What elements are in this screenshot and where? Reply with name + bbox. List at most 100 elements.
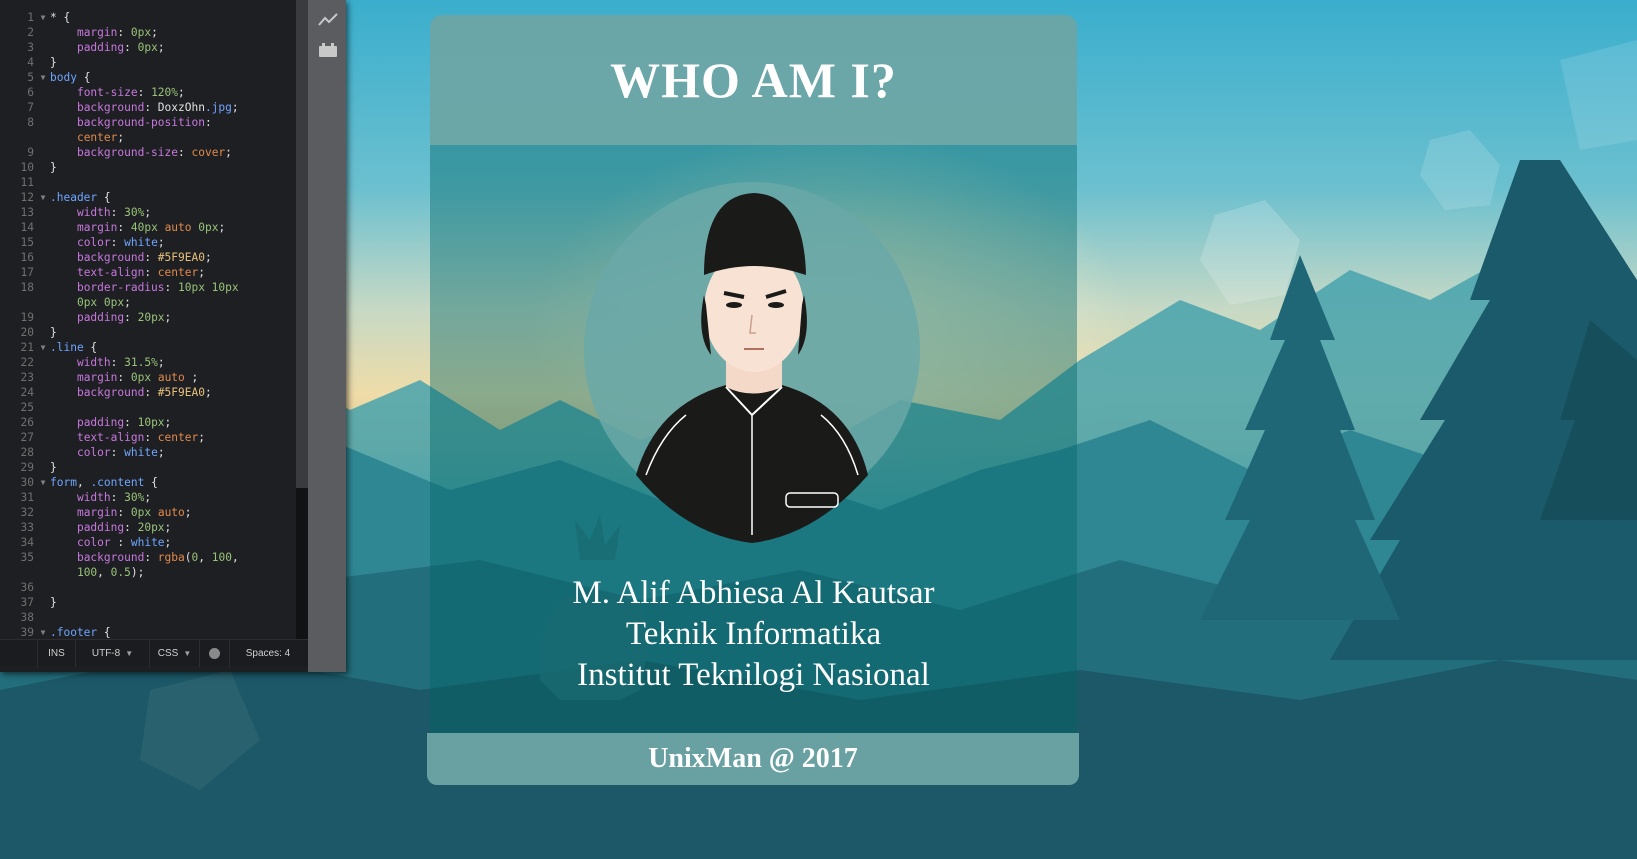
linter-status[interactable] [200, 639, 230, 667]
code-token: padding [76, 416, 125, 429]
code-token: margin [76, 371, 118, 384]
code-line[interactable]: 19 padding: 20px; [0, 310, 296, 325]
code-token: 0px 0px [76, 296, 125, 309]
code-line[interactable]: 3 padding: 0px; [0, 40, 296, 55]
language-selector[interactable]: CSS ▼ [150, 639, 200, 667]
code-line[interactable]: 20} [0, 325, 296, 340]
code-token: 30% [124, 206, 145, 219]
status-spacer [0, 639, 38, 667]
code-token: .line [50, 341, 84, 354]
fold-toggle-icon[interactable]: ▼ [36, 475, 50, 490]
line-number: 35 [20, 551, 34, 564]
code-token: auto [157, 506, 185, 519]
code-line[interactable]: 11 [0, 175, 296, 190]
code-line[interactable]: 38 [0, 610, 296, 625]
linter-status-icon [209, 647, 220, 659]
code-line[interactable]: 7 background: DoxzOhn.jpg; [0, 100, 296, 115]
code-line[interactable]: 6 font-size: 120%; [0, 85, 296, 100]
fold-gutter [36, 220, 50, 235]
code-line[interactable]: 12 ▼ .header { [0, 190, 296, 205]
code-line[interactable]: 36 [0, 580, 296, 595]
code-text: width: 31.5%; [50, 355, 296, 370]
vertical-scrollbar[interactable] [296, 0, 308, 639]
code-line[interactable]: 29} [0, 460, 296, 475]
code-token: } [50, 461, 57, 474]
code-line[interactable]: 18 border-radius: 10px 10px [0, 280, 296, 295]
extension-manager-icon[interactable] [318, 42, 338, 58]
code-text: } [50, 325, 296, 340]
code-token: white [130, 536, 165, 549]
code-line[interactable]: 9 background-size: cover; [0, 145, 296, 160]
code-line[interactable]: 30 ▼ form, .content { [0, 475, 296, 490]
fold-gutter [36, 25, 50, 40]
code-line[interactable]: 13 width: 30%; [0, 205, 296, 220]
code-line[interactable]: 31 width: 30%; [0, 490, 296, 505]
fold-toggle-icon[interactable]: ▼ [36, 625, 50, 639]
code-line[interactable]: 37} [0, 595, 296, 610]
code-line[interactable]: 4} [0, 55, 296, 70]
line-number: 7 [27, 101, 34, 114]
code-token: : [124, 521, 138, 534]
code-line[interactable]: 16 background: #5F9EA0; [0, 250, 296, 265]
fold-gutter [36, 460, 50, 475]
code-line[interactable]: 5 ▼ body { [0, 70, 296, 85]
line-number: 8 [27, 116, 34, 129]
indent-setting[interactable]: Spaces: 4 [230, 640, 306, 667]
code-line[interactable]: 15 color: white; [0, 235, 296, 250]
code-line[interactable]: 32 margin: 0px auto; [0, 505, 296, 520]
code-text: background: rgba(0, 100, [50, 550, 296, 565]
profile-name: M. Alif Abhiesa Al Kautsar [572, 575, 935, 611]
code-text: background: #5F9EA0; [50, 250, 296, 265]
fold-gutter [36, 205, 50, 220]
fold-toggle-icon[interactable]: ▼ [36, 340, 50, 355]
code-line[interactable]: 1 ▼ * { [0, 10, 296, 25]
code-token: , [231, 551, 239, 564]
code-text: margin: 0px auto ; [50, 370, 296, 385]
fold-toggle-icon[interactable]: ▼ [36, 10, 50, 25]
code-token: ; [157, 236, 165, 249]
code-line[interactable]: 10} [0, 160, 296, 175]
card-footer: UnixMan @ 2017 [427, 733, 1079, 785]
line-number: 28 [20, 446, 34, 459]
fold-toggle-icon[interactable]: ▼ [36, 70, 50, 85]
code-line[interactable]: 14 margin: 40px auto 0px; [0, 220, 296, 235]
code-line[interactable]: center; [0, 130, 296, 145]
code-line[interactable]: 0px 0px; [0, 295, 296, 310]
code-line[interactable]: 100, 0.5); [0, 565, 296, 580]
code-line[interactable]: 28 color: white; [0, 445, 296, 460]
code-line[interactable]: 27 text-align: center; [0, 430, 296, 445]
code-line[interactable]: 33 padding: 20px; [0, 520, 296, 535]
code-line[interactable]: 35 background: rgba(0, 100, [0, 550, 296, 565]
profile-info: M. Alif Abhiesa Al Kautsar Teknik Inform… [430, 573, 1077, 696]
fold-gutter [36, 55, 50, 70]
line-number [0, 295, 36, 310]
code-line[interactable]: 24 background: #5F9EA0; [0, 385, 296, 400]
insert-mode-indicator[interactable]: INS [38, 639, 76, 667]
code-area[interactable]: 1 ▼ * {2 margin: 0px; 3 padding: 0px; 4} 5 ▼ bo… [0, 0, 296, 639]
code-token: padding [76, 521, 125, 534]
fold-toggle-icon[interactable]: ▼ [36, 190, 50, 205]
code-line[interactable]: 8 background-position: [0, 115, 296, 130]
code-line[interactable]: 25 [0, 400, 296, 415]
code-token: 100 [76, 566, 98, 579]
live-preview-icon[interactable] [318, 12, 338, 28]
code-line[interactable]: 23 margin: 0px auto ; [0, 370, 296, 385]
code-line[interactable]: 39 ▼ .footer { [0, 625, 296, 639]
code-line[interactable]: 2 margin: 0px; [0, 25, 296, 40]
code-line[interactable]: 34 color : white; [0, 535, 296, 550]
encoding-selector[interactable]: UTF-8 ▼ [76, 639, 150, 667]
code-line[interactable]: 21 ▼ .line { [0, 340, 296, 355]
scrollbar-thumb[interactable] [296, 0, 308, 488]
code-line[interactable]: 26 padding: 10px; [0, 415, 296, 430]
code-line[interactable]: 22 width: 31.5%; [0, 355, 296, 370]
code-text: .footer { [50, 625, 296, 639]
code-line[interactable]: 17 text-align: center; [0, 265, 296, 280]
editor-side-toolbar [308, 0, 346, 672]
